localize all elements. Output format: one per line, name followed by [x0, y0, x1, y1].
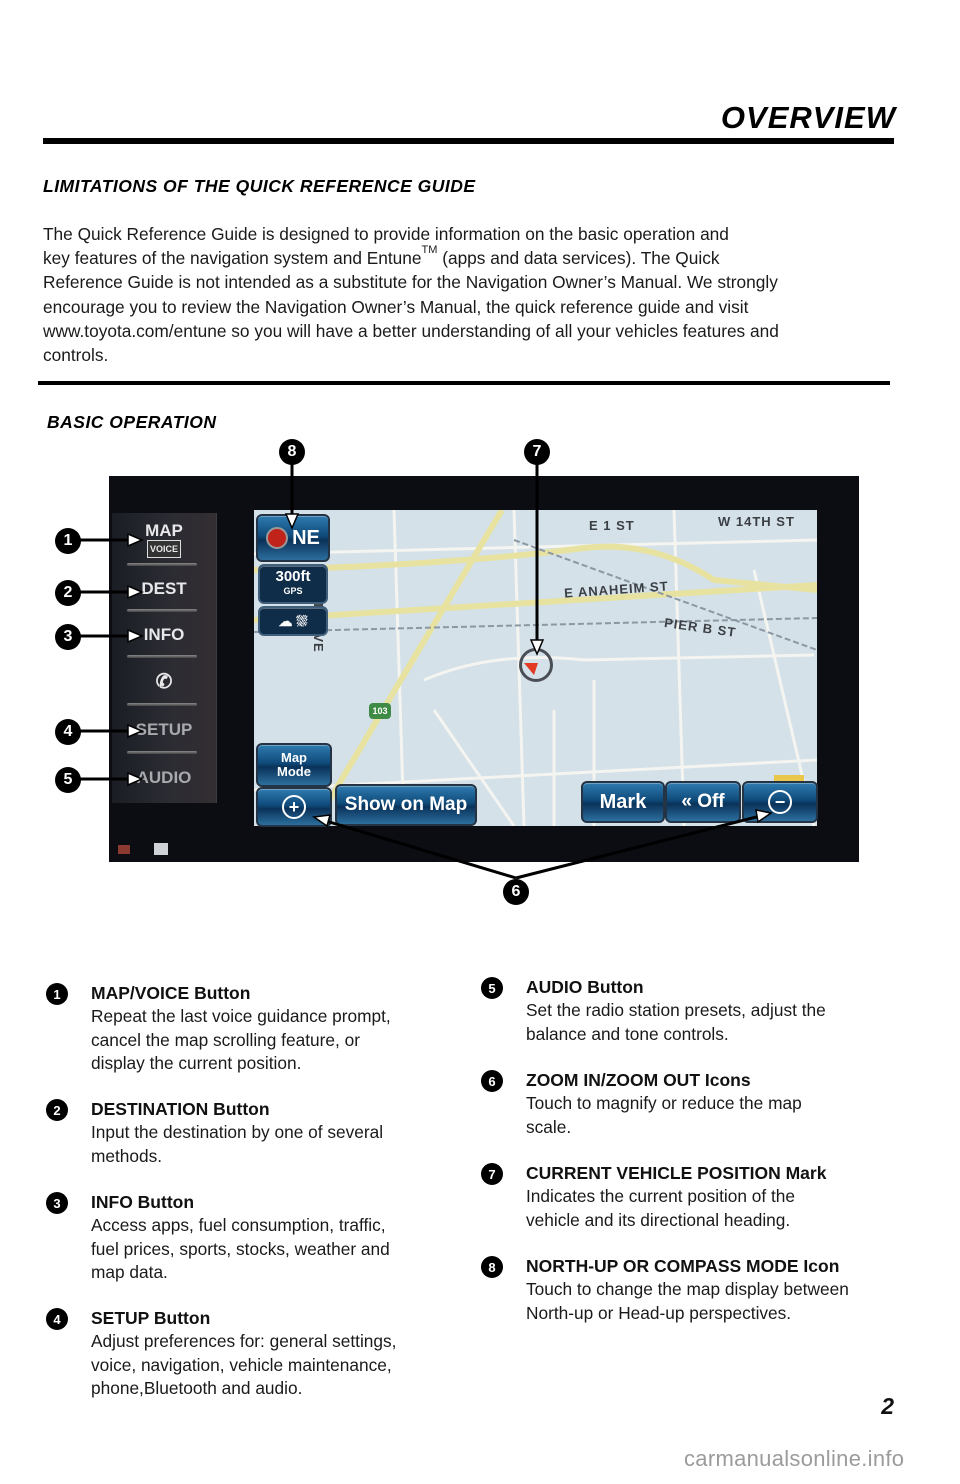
callout-arrow	[127, 771, 144, 787]
callout-arrow	[284, 513, 300, 530]
item-badge: 3	[46, 1192, 68, 1214]
description-item-7: 7 CURRENT VEHICLE POSITION Mark Indicate…	[481, 1162, 911, 1232]
item-desc-line: Touch to change the map display between	[526, 1279, 849, 1299]
item-title: SETUP Button	[91, 1308, 211, 1328]
callout-line-6a	[315, 816, 517, 880]
callout-arrow	[755, 809, 773, 824]
callout-badge-5: 5	[55, 767, 81, 793]
callout-badge-2: 2	[55, 580, 81, 606]
callout-arrow	[127, 532, 144, 548]
item-badge: 5	[481, 977, 503, 999]
item-badge: 6	[481, 1070, 503, 1092]
item-title: INFO Button	[91, 1192, 195, 1212]
item-desc-line: voice, navigation, vehicle maintenance,	[91, 1354, 392, 1375]
item-desc-line: methods.	[91, 1145, 163, 1166]
callout-arrow	[127, 723, 144, 739]
item-desc-line: fuel prices, sports, stocks, weather and	[91, 1238, 390, 1259]
description-item-1: 1 MAP/VOICE Button Repeat the last voice…	[46, 982, 406, 1076]
item-desc-line: balance and tone controls.	[526, 1023, 729, 1044]
callout-badge-3: 3	[55, 624, 81, 650]
item-desc-line: Indicates the current position of the	[526, 1186, 795, 1206]
item-desc-line: Adjust preferences for: general settings…	[91, 1331, 397, 1351]
page-number: 2	[881, 1393, 894, 1419]
item-title: AUDIO Button	[526, 977, 644, 997]
item-badge: 8	[481, 1256, 503, 1278]
callout-arrow	[127, 628, 144, 644]
item-desc-line: Access apps, fuel consumption, traffic,	[91, 1215, 386, 1235]
callout-arrow	[127, 584, 144, 600]
callout-arrow	[529, 639, 545, 656]
watermark: carmanualsonline.info	[684, 1446, 905, 1471]
description-item-8: 8 NORTH-UP OR COMPASS MODE Icon Touch to…	[481, 1255, 911, 1325]
item-desc-line: vehicle and its directional heading.	[526, 1209, 791, 1230]
item-desc-line: North-up or Head-up perspectives.	[526, 1302, 792, 1323]
callout-arrow	[311, 814, 332, 828]
item-title: CURRENT VEHICLE POSITION Mark	[526, 1163, 827, 1183]
item-title: MAP/VOICE Button	[91, 983, 251, 1003]
item-badge: 1	[46, 983, 68, 1005]
item-desc-line: Input the destination by one of several	[91, 1122, 384, 1142]
item-desc-line: cancel the map scrolling feature, or	[91, 1029, 360, 1050]
description-item-4: 4 SETUP Button Adjust preferences for: g…	[46, 1307, 406, 1401]
callout-badge-7: 7	[524, 439, 550, 465]
item-desc-line: Repeat the last voice guidance prompt,	[91, 1006, 391, 1026]
description-item-3: 3 INFO Button Access apps, fuel consumpt…	[46, 1191, 406, 1285]
item-desc-line: display the current position.	[91, 1053, 302, 1073]
callout-badge-1: 1	[55, 528, 81, 554]
item-badge: 7	[481, 1163, 503, 1185]
callout-lines	[78, 463, 773, 880]
item-badge: 4	[46, 1308, 68, 1330]
callout-badge-6: 6	[503, 879, 529, 905]
description-item-5: 5 AUDIO Button Set the radio station pre…	[481, 976, 911, 1046]
description-item-6: 6 ZOOM IN/ZOOM OUT Icons Touch to magnif…	[481, 1069, 911, 1139]
item-title: ZOOM IN/ZOOM OUT Icons	[526, 1070, 751, 1090]
item-desc-line: scale.	[526, 1116, 572, 1137]
item-desc-line: Set the radio station presets, adjust th…	[526, 1000, 826, 1020]
callout-badge-4: 4	[55, 719, 81, 745]
callout-badge-8: 8	[279, 439, 305, 465]
item-desc-line: phone,Bluetooth and audio.	[91, 1378, 303, 1398]
description-item-2: 2 DESTINATION Button Input the destinati…	[46, 1098, 406, 1168]
item-badge: 2	[46, 1099, 68, 1121]
item-title: NORTH-UP OR COMPASS MODE Icon	[526, 1256, 840, 1276]
item-desc-line: Touch to magnify or reduce the map	[526, 1093, 802, 1113]
callout-line-6b	[515, 812, 769, 880]
item-desc-line: map data.	[91, 1262, 168, 1282]
item-title: DESTINATION Button	[91, 1099, 270, 1119]
